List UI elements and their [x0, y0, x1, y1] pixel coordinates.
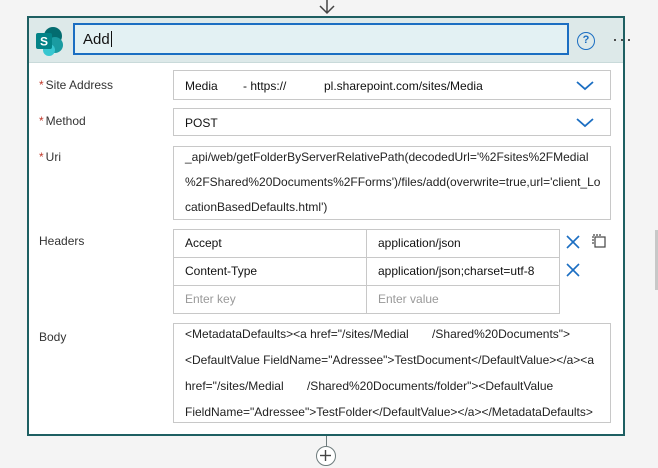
uri-label-text: Uri: [45, 150, 61, 164]
copy-icon[interactable]: [591, 233, 607, 249]
chevron-down-icon[interactable]: [576, 81, 594, 91]
body-line: <MetadataDefaults><a href="/sites/Medial…: [185, 327, 571, 341]
header-value-input-empty[interactable]: Enter value: [366, 285, 560, 314]
key-placeholder: Enter key: [185, 292, 236, 306]
value-placeholder: Enter value: [378, 292, 439, 306]
more-options-button[interactable]: ···: [612, 30, 633, 48]
header-key-text: Accept: [185, 236, 222, 250]
body-text: <MetadataDefaults><a href="/sites/Medial…: [185, 321, 594, 425]
uri-input[interactable]: _api/web/getFolderByServerRelativePath(d…: [173, 146, 611, 220]
header-key-input-empty[interactable]: Enter key: [173, 285, 367, 314]
uri-line: cationBasedDefaults.html'): [185, 200, 328, 214]
header-value-input[interactable]: application/json: [366, 229, 560, 258]
plus-icon: [320, 450, 331, 461]
action-card: S Add ? ··· * Site Address Media - https:…: [27, 16, 632, 436]
sharepoint-logo: S: [36, 27, 63, 56]
close-icon[interactable]: [566, 235, 580, 249]
body-label: Body: [39, 330, 67, 344]
method-value: POST: [185, 116, 218, 130]
body-line: href="/sites/Medial /Shared%20Documents/…: [185, 379, 554, 393]
header-value-text: application/json: [378, 236, 461, 250]
required-marker: *: [39, 114, 44, 128]
text-cursor: [110, 31, 112, 47]
required-marker: *: [39, 150, 44, 164]
method-dropdown[interactable]: POST: [173, 108, 611, 136]
action-title-text: Add: [83, 31, 110, 48]
body-input[interactable]: <MetadataDefaults><a href="/sites/Medial…: [173, 323, 611, 423]
uri-label: * Uri: [39, 150, 61, 164]
site-address-value-part1: Media: [185, 79, 218, 93]
chevron-down-icon[interactable]: [576, 118, 594, 128]
site-address-dropdown[interactable]: Media - https:// pl.sharepoint.com/sites…: [173, 70, 611, 100]
body-line: FieldName="Adressee">TestFolder</Default…: [185, 405, 593, 419]
header-value-text: application/json;charset=utf-8: [378, 264, 535, 278]
headers-label: Headers: [39, 234, 85, 248]
uri-line: %2FShared%20Documents%2FForms')/files/ad…: [185, 175, 601, 189]
add-step-button[interactable]: [316, 446, 336, 466]
required-marker: *: [39, 78, 44, 92]
svg-text:S: S: [40, 35, 48, 49]
body-line: <DefaultValue FieldName="Adressee">TestD…: [185, 353, 594, 367]
uri-text: _api/web/getFolderByServerRelativePath(d…: [185, 145, 600, 220]
connector-line: [326, 436, 327, 446]
arrow-down-icon: [319, 0, 335, 15]
uri-line: _api/web/getFolderByServerRelativePath(d…: [185, 150, 589, 164]
site-address-label: * Site Address: [39, 78, 113, 92]
header-key-text: Content-Type: [185, 264, 258, 278]
site-address-value-part3: pl.sharepoint.com/sites/Media: [324, 79, 483, 93]
method-label-text: Method: [45, 114, 86, 128]
help-button[interactable]: ?: [577, 32, 595, 50]
header-key-input[interactable]: Accept: [173, 229, 367, 258]
action-title-input[interactable]: Add: [73, 23, 569, 55]
header-value-input[interactable]: application/json;charset=utf-8: [366, 257, 560, 286]
method-label: * Method: [39, 114, 86, 128]
card-header: S Add ? ···: [29, 18, 632, 63]
site-address-value-part2: - https://: [243, 79, 287, 93]
close-icon[interactable]: [566, 263, 580, 277]
site-address-label-text: Site Address: [45, 78, 114, 92]
header-key-input[interactable]: Content-Type: [173, 257, 367, 286]
